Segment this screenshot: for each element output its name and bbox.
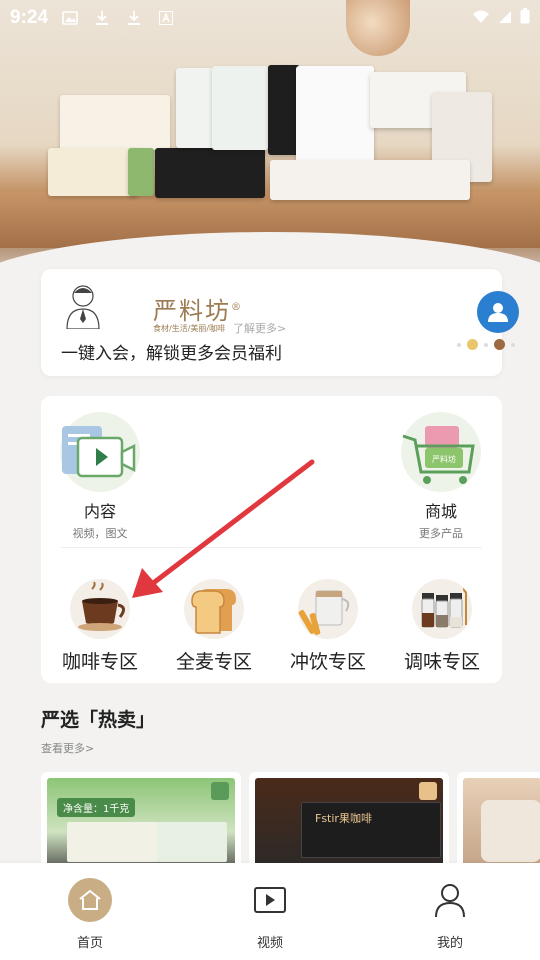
nav-video-label: 视频 (256, 936, 283, 951)
brand-name: 严料坊® (153, 291, 243, 326)
category-coffee-label: 咖啡专区 (61, 651, 138, 673)
svg-text:严料坊: 严料坊 (432, 454, 456, 464)
category-seasoning[interactable]: 调味专区 (387, 579, 497, 674)
hero-banner[interactable] (0, 0, 540, 290)
shopping-cart-icon: 严料坊 (401, 412, 481, 492)
service-mall-title: 商城 (424, 502, 457, 521)
product-image: Fstir果咖啡 (255, 778, 443, 876)
service-mall-subtitle: 更多产品 (419, 527, 463, 540)
member-card[interactable]: 严料坊® 食材/生活/美丽/咖啡 了解更多> 一键入会，解锁更多会员福利 (41, 269, 519, 376)
wifi-icon (472, 9, 490, 28)
product-package (176, 68, 214, 148)
brand-subtitle: 食材/生活/美丽/咖啡 (153, 324, 226, 333)
product-package (128, 148, 154, 196)
user-avatar-icon[interactable] (477, 291, 519, 333)
member-prompt: 一键入会，解锁更多会员福利 (61, 344, 282, 364)
category-coffee[interactable]: 咖啡专区 (45, 579, 155, 674)
download-icon (126, 10, 142, 26)
status-right (472, 8, 530, 28)
bread-icon (184, 579, 244, 639)
download-icon (94, 10, 110, 26)
service-content[interactable]: 内容 视频，图文 (60, 412, 140, 541)
decor-dots (457, 339, 515, 350)
product-badge: 净含量：1千克 (57, 798, 136, 817)
product-package (48, 148, 138, 196)
learn-more-link[interactable]: 了解更多> (233, 320, 286, 336)
category-drinks-label: 冲饮专区 (289, 651, 366, 673)
divider (61, 547, 482, 548)
video-content-icon (60, 412, 140, 492)
spice-jars-icon (412, 579, 472, 639)
service-card: 内容 视频，图文 严料坊 商城 更多产品 咖啡专区 全麦专区 冲饮专区 调味专区 (41, 396, 502, 683)
nav-home[interactable]: 首页 (0, 863, 180, 960)
bottom-nav: 首页 视频 我的 (0, 863, 540, 960)
product-image (463, 778, 540, 876)
product-package (270, 160, 470, 200)
product-package (212, 66, 268, 150)
nav-profile[interactable]: 我的 (360, 863, 540, 960)
category-drinks[interactable]: 冲饮专区 (273, 579, 383, 674)
product-image: 净含量：1千克 (47, 778, 235, 876)
category-seasoning-label: 调味专区 (403, 651, 480, 673)
category-wholewheat[interactable]: 全麦专区 (159, 579, 269, 674)
coffee-cup-icon (70, 579, 130, 639)
product-package (296, 66, 374, 164)
service-content-title: 内容 (83, 502, 116, 521)
service-content-subtitle: 视频，图文 (72, 527, 128, 540)
product-package (67, 822, 159, 862)
product-package (155, 148, 265, 198)
home-icon (68, 878, 112, 922)
hot-section-title: 严选「热卖」 (41, 709, 156, 731)
product-jar (481, 800, 540, 862)
signal-icon (498, 9, 512, 28)
product-tag-icon (211, 782, 229, 800)
person-icon (428, 878, 472, 922)
service-mall[interactable]: 严料坊 商城 更多产品 (401, 412, 481, 541)
nav-home-label: 首页 (76, 936, 103, 951)
product-package (157, 822, 227, 862)
status-bar: 9:24 (0, 0, 540, 36)
font-icon (158, 10, 174, 26)
image-icon (62, 10, 78, 26)
brand-trademark: ® (231, 302, 243, 313)
brand-figure-icon (61, 283, 105, 330)
nav-profile-label: 我的 (436, 936, 463, 951)
product-badge: Fstir果咖啡 (315, 812, 372, 825)
drink-cup-icon (298, 579, 358, 639)
video-play-icon (248, 878, 292, 922)
product-tag-icon (419, 782, 437, 800)
nav-video[interactable]: 视频 (180, 863, 360, 960)
product-package (60, 95, 170, 150)
battery-icon (520, 8, 530, 28)
brand-name-text: 严料坊 (153, 297, 231, 325)
status-time: 9:24 (10, 7, 49, 28)
hot-more-link[interactable]: 查看更多> (41, 740, 94, 756)
category-wholewheat-label: 全麦专区 (175, 651, 252, 673)
